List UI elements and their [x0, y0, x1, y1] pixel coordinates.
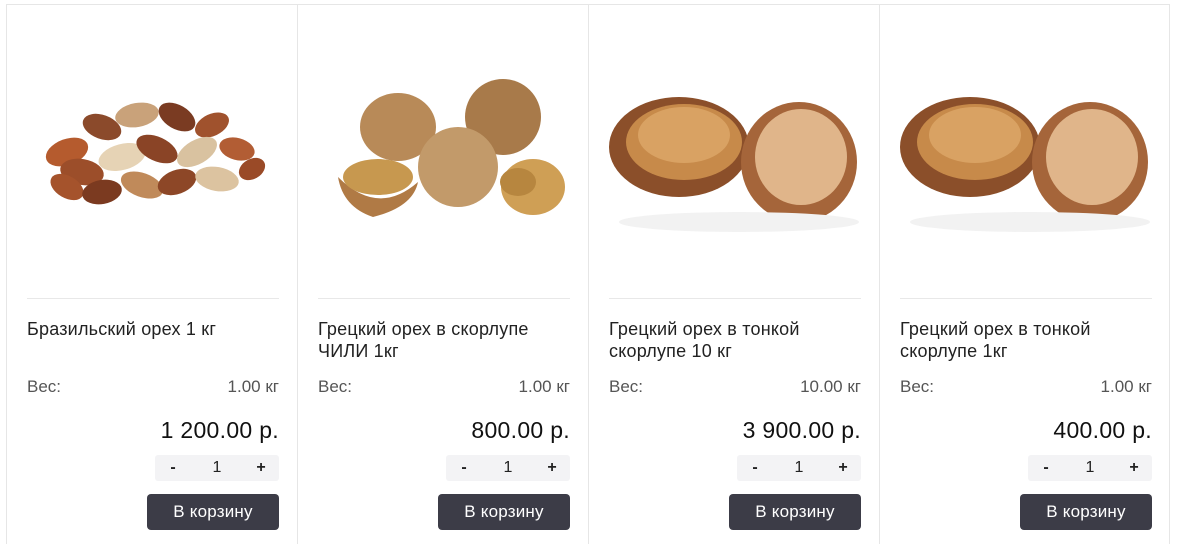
- increment-button[interactable]: +: [833, 459, 853, 477]
- add-to-cart-button[interactable]: В корзину: [147, 494, 279, 530]
- weight-label: Вес:: [27, 377, 62, 396]
- increment-button[interactable]: +: [1124, 459, 1144, 477]
- product-card: Грецкий орех в тонкой скорлупе 1кг Вес: …: [879, 5, 1170, 544]
- quantity-stepper: - 1 +: [155, 455, 279, 481]
- walnut-halves-image: [900, 97, 1150, 232]
- quantity-input[interactable]: 1: [1070, 459, 1110, 477]
- product-image[interactable]: [900, 57, 1152, 247]
- weight-label: Вес:: [900, 377, 935, 396]
- decrement-button[interactable]: -: [1036, 459, 1056, 477]
- product-price: 3 900.00 р.: [742, 417, 861, 443]
- weight-row: Вес: 1.00 кг: [27, 377, 279, 397]
- increment-button[interactable]: +: [542, 459, 562, 477]
- card-divider: [318, 298, 570, 299]
- quantity-stepper: - 1 +: [446, 455, 570, 481]
- product-card: Грецкий орех в скорлупе ЧИЛИ 1кг Вес: 1.…: [297, 5, 588, 544]
- walnut-halves-image: [609, 97, 859, 232]
- decrement-button[interactable]: -: [745, 459, 765, 477]
- card-divider: [27, 298, 279, 299]
- product-image[interactable]: [318, 57, 570, 247]
- weight-value: 10.00 кг: [800, 377, 861, 396]
- weight-row: Вес: 1.00 кг: [318, 377, 570, 397]
- weight-label: Вес:: [609, 377, 644, 396]
- weight-row: Вес: 1.00 кг: [900, 377, 1152, 397]
- quantity-input[interactable]: 1: [488, 459, 528, 477]
- product-price: 800.00 р.: [471, 417, 570, 443]
- card-divider: [900, 298, 1152, 299]
- weight-label: Вес:: [318, 377, 353, 396]
- decrement-button[interactable]: -: [454, 459, 474, 477]
- add-to-cart-button[interactable]: В корзину: [438, 494, 570, 530]
- product-price: 400.00 р.: [1053, 417, 1152, 443]
- product-card: Грецкий орех в тонкой скорлупе 10 кг Вес…: [588, 5, 879, 544]
- quantity-input[interactable]: 1: [779, 459, 819, 477]
- quantity-stepper: - 1 +: [1028, 455, 1152, 481]
- weight-value: 1.00 кг: [227, 377, 279, 396]
- increment-button[interactable]: +: [251, 459, 271, 477]
- product-title[interactable]: Грецкий орех в тонкой скорлупе 1кг: [900, 318, 1152, 362]
- brazil-nuts-image: [45, 102, 266, 205]
- card-divider: [609, 298, 861, 299]
- product-grid: Бразильский орех 1 кг Вес: 1.00 кг 1 200…: [6, 4, 1170, 544]
- product-price: 1 200.00 р.: [160, 417, 279, 443]
- decrement-button[interactable]: -: [163, 459, 183, 477]
- product-image[interactable]: [27, 57, 279, 247]
- quantity-stepper: - 1 +: [737, 455, 861, 481]
- product-title[interactable]: Грецкий орех в скорлупе ЧИЛИ 1кг: [318, 318, 570, 362]
- quantity-input[interactable]: 1: [197, 459, 237, 477]
- add-to-cart-button[interactable]: В корзину: [729, 494, 861, 530]
- weight-value: 1.00 кг: [518, 377, 570, 396]
- weight-value: 1.00 кг: [1100, 377, 1152, 396]
- product-title[interactable]: Бразильский орех 1 кг: [27, 318, 279, 340]
- add-to-cart-button[interactable]: В корзину: [1020, 494, 1152, 530]
- weight-row: Вес: 10.00 кг: [609, 377, 861, 397]
- product-card: Бразильский орех 1 кг Вес: 1.00 кг 1 200…: [6, 5, 297, 544]
- product-image[interactable]: [609, 57, 861, 247]
- product-title[interactable]: Грецкий орех в тонкой скорлупе 10 кг: [609, 318, 861, 362]
- walnuts-in-shell-image: [338, 79, 565, 217]
